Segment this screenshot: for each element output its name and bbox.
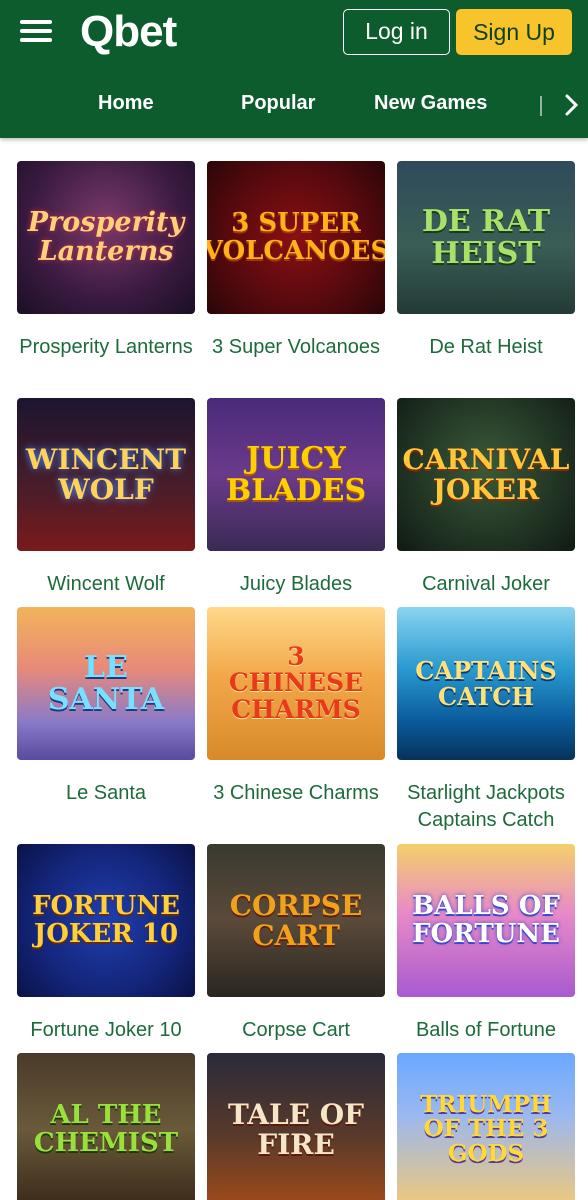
game-art-title: BALLS OF FORTUNE [412, 891, 560, 949]
nav-item-new-games[interactable]: New Games [374, 92, 487, 115]
game-card[interactable]: WINCENT WOLF Wincent Wolf [17, 398, 195, 598]
game-caption: De Rat Heist [429, 336, 543, 358]
game-art-title: CAPTAINS CATCH [415, 656, 557, 711]
nav-item-home[interactable]: Home [98, 92, 154, 115]
game-thumbnail[interactable]: LE SANTA [17, 607, 195, 760]
game-card[interactable]: CARNIVAL JOKER Carnival Joker [397, 398, 575, 598]
game-thumbnail[interactable]: TRIUMPH OF THE 3 GODS [397, 1053, 575, 1200]
game-card[interactable]: DE RAT HEIST De Rat Heist [397, 161, 575, 361]
game-art-title: Prosperity Lanterns [27, 207, 185, 267]
game-thumbnail[interactable]: 3 CHINESE CHARMS [207, 607, 385, 760]
game-art-title: CORPSE CART [229, 889, 363, 952]
game-thumbnail[interactable]: 3 SUPER VOLCANOES [207, 161, 385, 314]
category-nav: Home Popular New Games [0, 82, 588, 128]
game-thumbnail[interactable]: TALE OF FIRE [207, 1053, 385, 1200]
game-caption: Carnival Joker [422, 573, 550, 595]
game-thumbnail[interactable]: CAPTAINS CATCH [397, 607, 575, 760]
game-card[interactable]: TRIUMPH OF THE 3 GODS [397, 1053, 575, 1200]
game-caption: Balls of Fortune [415, 1019, 557, 1041]
game-caption: 3 Chinese Charms [213, 782, 379, 804]
game-thumbnail[interactable]: JUICY BLADES [207, 398, 385, 551]
login-button[interactable]: Log in [343, 9, 450, 55]
game-card[interactable]: 3 CHINESE CHARMS 3 Chinese Charms [207, 607, 385, 807]
game-art-title: FORTUNE JOKER 10 [32, 891, 180, 949]
game-art-title: 3 CHINESE CHARMS [228, 642, 364, 724]
game-art-title: LE SANTA [47, 650, 165, 717]
game-grid: Prosperity Lanterns Prosperity Lanterns … [0, 138, 588, 1200]
game-caption: Prosperity Lanterns [19, 336, 193, 358]
game-art-title: WINCENT WOLF [25, 443, 187, 506]
game-thumbnail[interactable]: BALLS OF FORTUNE [397, 844, 575, 997]
game-caption: Le Santa [65, 782, 147, 804]
game-card[interactable]: JUICY BLADES Juicy Blades [207, 398, 385, 598]
game-card[interactable]: Prosperity Lanterns Prosperity Lanterns [17, 161, 195, 361]
hamburger-menu-icon[interactable] [20, 20, 52, 46]
game-caption: Corpse Cart [242, 1019, 350, 1041]
game-thumbnail[interactable]: CORPSE CART [207, 844, 385, 997]
game-art-title: DE RAT HEIST [421, 204, 551, 271]
game-caption: 3 Super Volcanoes [212, 336, 380, 358]
chevron-right-icon[interactable] [562, 92, 582, 118]
game-art-title: TALE OF FIRE [227, 1098, 365, 1161]
signup-button[interactable]: Sign Up [456, 9, 572, 55]
game-card[interactable]: CAPTAINS CATCH Starlight Jackpots Captai… [397, 607, 575, 834]
game-thumbnail[interactable]: FORTUNE JOKER 10 [17, 844, 195, 997]
game-card[interactable]: FORTUNE JOKER 10 Fortune Joker 10 [17, 844, 195, 1044]
top-bar: Qbet Log in Sign Up Home Popular New Gam… [0, 0, 588, 138]
nav-item-popular[interactable]: Popular [241, 92, 315, 115]
game-art-title: 3 SUPER VOLCANOES [207, 208, 385, 266]
game-card[interactable]: CORPSE CART Corpse Cart [207, 844, 385, 1044]
game-art-title: TRIUMPH OF THE 3 GODS [420, 1091, 552, 1167]
game-caption: Starlight Jackpots Captains Catch [407, 782, 565, 831]
game-thumbnail[interactable]: WINCENT WOLF [17, 398, 195, 551]
game-caption: Juicy Blades [239, 573, 353, 595]
game-card[interactable]: AL THE CHEMIST [17, 1053, 195, 1200]
game-thumbnail[interactable]: Prosperity Lanterns [17, 161, 195, 314]
qbet-logo[interactable]: Qbet [80, 6, 177, 56]
game-thumbnail[interactable]: CARNIVAL JOKER [397, 398, 575, 551]
game-thumbnail[interactable]: AL THE CHEMIST [17, 1053, 195, 1200]
game-caption: Wincent Wolf [47, 573, 165, 595]
game-art-title: JUICY BLADES [225, 441, 367, 508]
game-art-title: CARNIVAL JOKER [402, 443, 570, 506]
game-card[interactable]: BALLS OF FORTUNE Balls of Fortune [397, 844, 575, 1044]
game-art-title: AL THE CHEMIST [33, 1100, 179, 1158]
game-card[interactable]: LE SANTA Le Santa [17, 607, 195, 807]
game-thumbnail[interactable]: DE RAT HEIST [397, 161, 575, 314]
nav-divider [540, 96, 542, 116]
game-caption: Fortune Joker 10 [30, 1019, 182, 1041]
game-card[interactable]: TALE OF FIRE [207, 1053, 385, 1200]
game-card[interactable]: 3 SUPER VOLCANOES 3 Super Volcanoes [207, 161, 385, 361]
